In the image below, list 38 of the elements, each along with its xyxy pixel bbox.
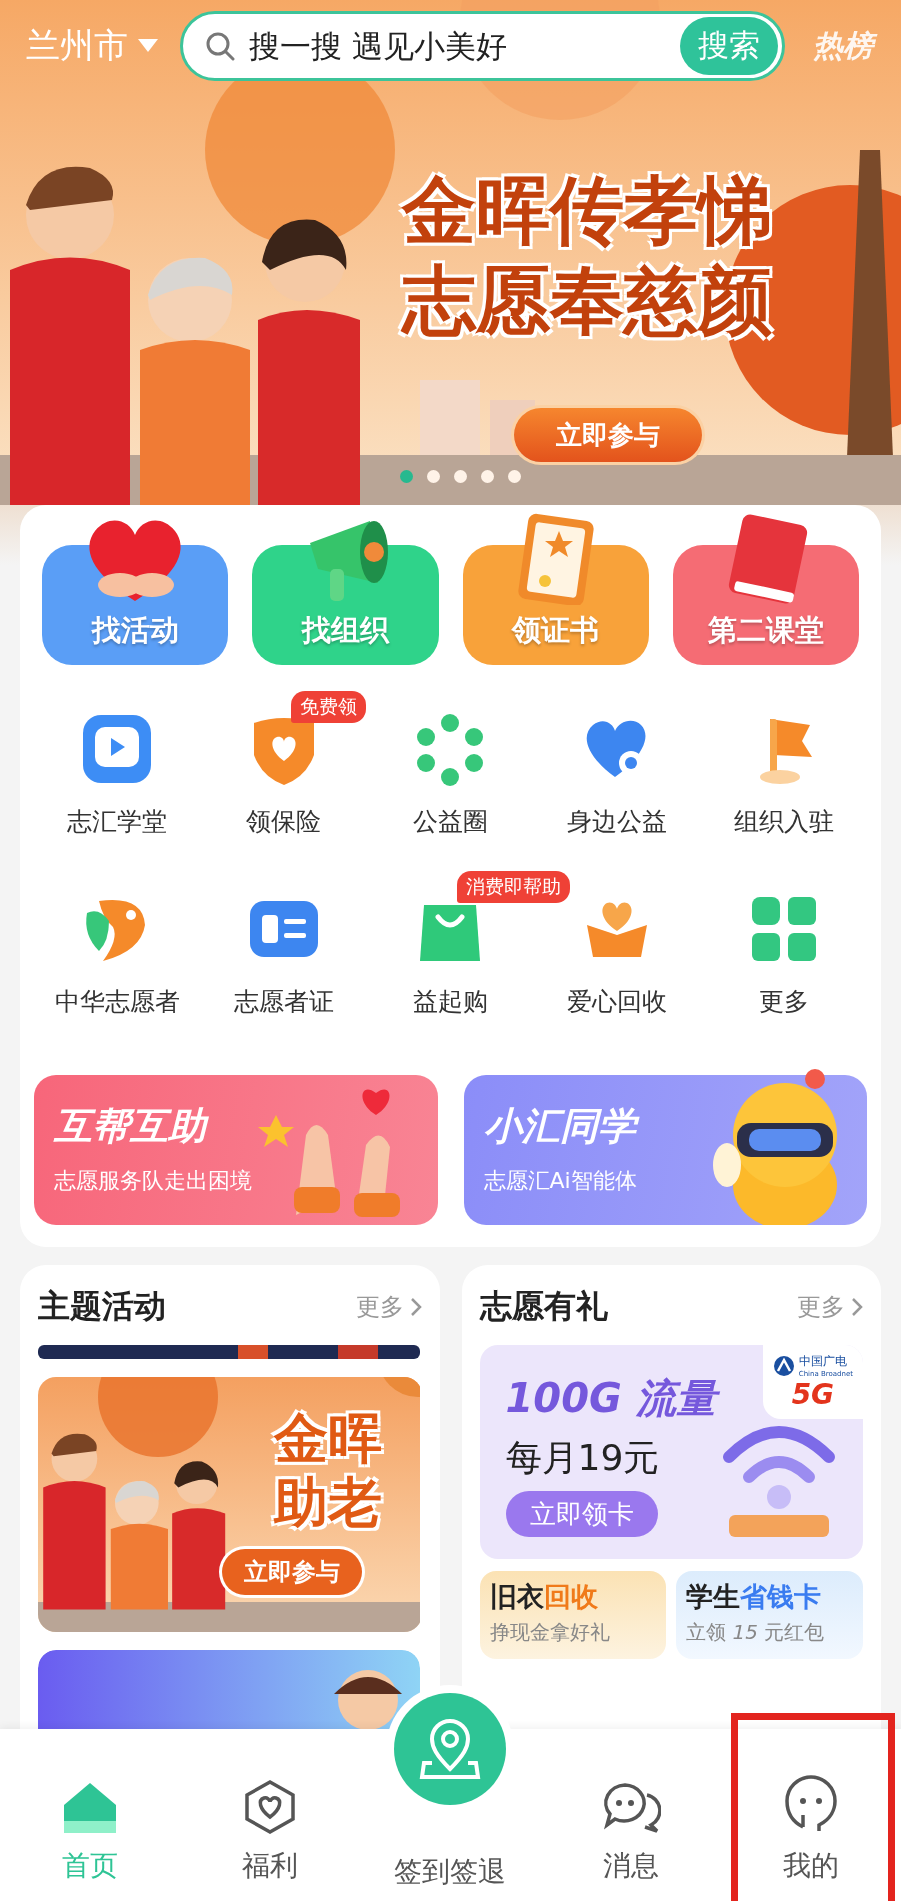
shortcut-item[interactable]: 身边公益 <box>567 685 668 865</box>
promo-subtitle: 志愿服务队走出困境 <box>54 1167 253 1195</box>
shortcut-item[interactable]: 组织入驻 <box>733 685 834 865</box>
brand-name: 中国广电 <box>798 1353 848 1370</box>
shortcut-item[interactable]: 公益圈 <box>412 685 489 865</box>
chevron-icon <box>851 1297 863 1317</box>
mini-subtitle: 立领 15 元红包 <box>686 1619 826 1646</box>
offer-price: 每月19元 <box>505 1436 661 1480</box>
badge: 消费即帮助 <box>457 871 571 903</box>
promo-title: 小汇同学 <box>483 1101 847 1152</box>
search-icon <box>205 31 235 61</box>
shortcut-item[interactable]: 志愿者证 <box>233 865 334 1045</box>
chevron-icon <box>409 1297 422 1317</box>
shield-heart-icon <box>243 1779 298 1835</box>
card-title: 金晖 <box>273 1407 382 1471</box>
logo-icon <box>772 1354 795 1377</box>
shortcut-item[interactable]: 志汇学堂 <box>67 685 168 865</box>
mini-card[interactable]: 学生省钱卡 立领 15 元红包 <box>676 1571 863 1659</box>
section-title: 志愿有礼 <box>479 1286 608 1327</box>
nav-tab[interactable]: 福利 <box>180 1729 361 1901</box>
shortcut-item[interactable]: 中华志愿者 <box>54 865 180 1045</box>
mini-title: 旧衣回收 <box>489 1580 599 1614</box>
nav-tab[interactable]: 签到签退 <box>360 1693 541 1901</box>
promo-title: 互帮互助 <box>54 1101 418 1152</box>
nav-tab[interactable]: 我的 <box>720 1729 901 1901</box>
nav-tab[interactable]: 消息 <box>540 1729 721 1901</box>
badge: 免费领 <box>290 691 366 723</box>
shortcut-item[interactable]: 更多 <box>745 865 822 1045</box>
mini-card[interactable]: 旧衣回收 挣现金拿好礼 <box>479 1571 667 1659</box>
mini-title: 学生省钱卡 <box>686 1580 823 1614</box>
promo-subtitle: 志愿汇Ai智能体 <box>483 1167 638 1195</box>
banner-title: 金晖传孝悌 <box>402 166 772 255</box>
card-title: 助老 <box>273 1471 382 1535</box>
mini-subtitle: 挣现金拿好礼 <box>489 1619 611 1646</box>
section-title: 主题活动 <box>38 1286 166 1327</box>
network-label: 5G <box>791 1378 835 1411</box>
caret-icon <box>138 39 158 53</box>
location-pin-icon <box>418 1717 483 1781</box>
